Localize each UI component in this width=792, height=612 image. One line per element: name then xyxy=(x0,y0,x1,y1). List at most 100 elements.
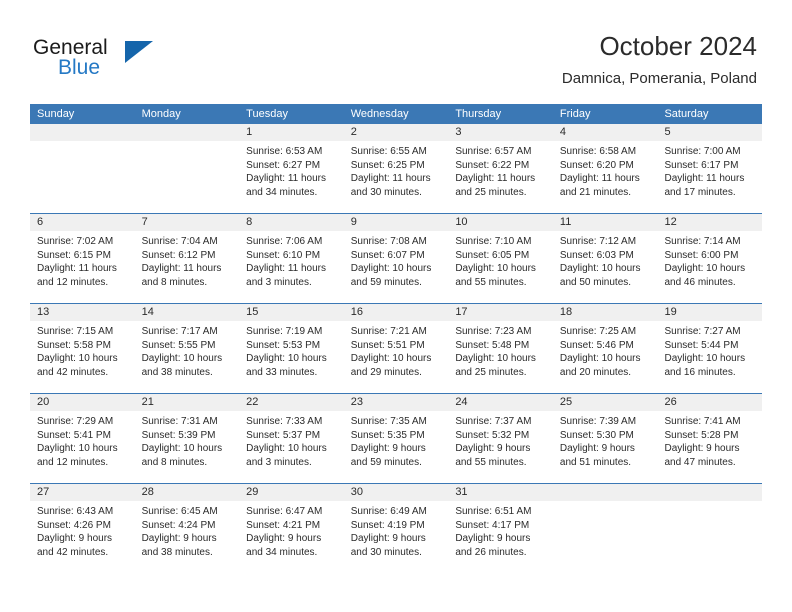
calendar-week-row: 27 Sunrise: 6:43 AM Sunset: 4:26 PM Dayligh… xyxy=(30,483,763,573)
day-sunset-text: Sunset: 4:19 PM xyxy=(350,519,425,531)
calendar-day-cell[interactable]: 13 Sunrise: 7:15 AM Sunset: 5:58 PM Dayligh… xyxy=(30,304,135,393)
calendar-day-cell[interactable]: 7 Sunrise: 7:04 AM Sunset: 6:12 PM Daylight… xyxy=(134,214,240,303)
day-sunset-text: Sunset: 4:24 PM xyxy=(141,519,216,531)
day-daylight-line1-text: Daylight: 11 hours xyxy=(350,173,431,184)
day-daylight-line1-text: Daylight: 9 hours xyxy=(37,533,113,544)
day-number: 2 xyxy=(343,124,449,141)
day-sun-info: Sunrise: 7:41 AM Sunset: 5:28 PM Daylight:… xyxy=(657,411,762,469)
calendar-day-cell[interactable]: 12 Sunrise: 7:14 AM Sunset: 6:00 PM Dayligh… xyxy=(657,214,763,303)
calendar-day-cell[interactable]: 4 Sunrise: 6:58 AM Sunset: 6:20 PM Daylight… xyxy=(552,124,658,213)
calendar-day-cell[interactable]: 16 Sunrise: 7:21 AM Sunset: 5:51 PM Dayligh… xyxy=(343,304,449,393)
calendar-day-cell[interactable]: 19 Sunrise: 7:27 AM Sunset: 5:44 PM Dayligh… xyxy=(657,304,763,393)
day-sunrise-text: Sunrise: 7:25 AM xyxy=(559,326,637,337)
day-daylight-line1-text: Daylight: 10 hours xyxy=(455,263,536,274)
day-sunrise-text: Sunrise: 6:51 AM xyxy=(455,506,532,517)
day-sun-info: Sunrise: 7:12 AM Sunset: 6:03 PM Daylight:… xyxy=(553,231,658,289)
day-daylight-line2-text: and 30 minutes. xyxy=(350,546,422,558)
calendar-day-cell-empty xyxy=(552,484,658,573)
day-daylight-line1-text: Daylight: 10 hours xyxy=(559,263,641,274)
day-sunrise-text: Sunrise: 7:33 AM xyxy=(246,416,323,427)
day-sun-info: Sunrise: 7:33 AM Sunset: 5:37 PM Daylight:… xyxy=(239,411,344,469)
day-sun-info: Sunrise: 6:47 AM Sunset: 4:21 PM Daylight:… xyxy=(239,501,344,559)
day-number: 3 xyxy=(448,124,553,141)
day-daylight-line2-text: and 21 minutes. xyxy=(559,186,632,198)
day-number xyxy=(552,484,658,501)
page-title: October 2024 xyxy=(599,31,757,61)
day-sunrise-text: Sunrise: 7:21 AM xyxy=(350,326,427,337)
day-sunrise-text: Sunrise: 7:14 AM xyxy=(664,236,741,247)
calendar-day-cell[interactable]: 28 Sunrise: 6:45 AM Sunset: 4:24 PM Dayligh… xyxy=(134,484,240,573)
day-sunset-text: Sunset: 5:51 PM xyxy=(350,339,425,351)
day-sunrise-text: Sunrise: 6:55 AM xyxy=(350,146,427,157)
day-sunset-text: Sunset: 6:22 PM xyxy=(455,159,530,171)
day-sun-info: Sunrise: 7:21 AM Sunset: 5:51 PM Daylight:… xyxy=(344,321,449,379)
calendar-day-cell[interactable]: 3 Sunrise: 6:57 AM Sunset: 6:22 PM Daylight… xyxy=(448,124,553,213)
day-number: 12 xyxy=(657,214,763,231)
calendar-day-cell[interactable]: 18 Sunrise: 7:25 AM Sunset: 5:46 PM Dayligh… xyxy=(552,304,658,393)
calendar-day-cell[interactable]: 5 Sunrise: 7:00 AM Sunset: 6:17 PM Daylight… xyxy=(657,124,763,213)
day-daylight-line2-text: and 17 minutes. xyxy=(664,186,736,198)
day-sunset-text: Sunset: 4:26 PM xyxy=(37,519,111,531)
calendar-day-cell[interactable]: 26 Sunrise: 7:41 AM Sunset: 5:28 PM Dayligh… xyxy=(657,394,763,483)
day-daylight-line1-text: Daylight: 9 hours xyxy=(350,533,426,544)
calendar-day-cell[interactable]: 15 Sunrise: 7:19 AM Sunset: 5:53 PM Dayligh… xyxy=(239,304,344,393)
calendar-day-cell[interactable]: 11 Sunrise: 7:12 AM Sunset: 6:03 PM Dayligh… xyxy=(552,214,658,303)
calendar-day-cell[interactable]: 9 Sunrise: 7:08 AM Sunset: 6:07 PM Daylight… xyxy=(343,214,449,303)
calendar-day-cell[interactable]: 24 Sunrise: 7:37 AM Sunset: 5:32 PM Dayligh… xyxy=(448,394,553,483)
calendar-day-cell[interactable]: 17 Sunrise: 7:23 AM Sunset: 5:48 PM Dayligh… xyxy=(448,304,553,393)
day-daylight-line2-text: and 38 minutes. xyxy=(141,546,213,558)
day-sun-info: Sunrise: 6:58 AM Sunset: 6:20 PM Daylight:… xyxy=(553,141,658,199)
day-sun-info: Sunrise: 7:27 AM Sunset: 5:44 PM Daylight:… xyxy=(657,321,762,379)
day-daylight-line2-text: and 30 minutes. xyxy=(350,186,422,198)
day-sunrise-text: Sunrise: 6:47 AM xyxy=(246,506,323,517)
calendar-day-cell[interactable]: 10 Sunrise: 7:10 AM Sunset: 6:05 PM Dayligh… xyxy=(448,214,553,303)
weekday-header-row: Sunday Monday Tuesday Wednesday Thursday Frid… xyxy=(30,104,762,124)
calendar-day-cell[interactable]: 22 Sunrise: 7:33 AM Sunset: 5:37 PM Dayligh… xyxy=(239,394,344,483)
calendar-day-cell[interactable]: 1 Sunrise: 6:53 AM Sunset: 6:27 PM Daylight… xyxy=(239,124,344,213)
calendar-day-cell[interactable]: 6 Sunrise: 7:02 AM Sunset: 6:15 PM Daylight… xyxy=(30,214,135,303)
day-daylight-line2-text: and 25 minutes. xyxy=(455,366,527,378)
general-blue-logo[interactable]: General Blue xyxy=(33,36,193,86)
day-daylight-line1-text: Daylight: 10 hours xyxy=(559,353,641,364)
day-daylight-line2-text: and 20 minutes. xyxy=(559,366,632,378)
day-number: 18 xyxy=(552,304,658,321)
day-daylight-line2-text: and 34 minutes. xyxy=(246,546,318,558)
day-sunset-text: Sunset: 6:25 PM xyxy=(350,159,425,171)
calendar-day-cell[interactable]: 2 Sunrise: 6:55 AM Sunset: 6:25 PM Daylight… xyxy=(343,124,449,213)
day-daylight-line2-text: and 50 minutes. xyxy=(559,276,632,288)
day-daylight-line2-text: and 59 minutes. xyxy=(350,276,422,288)
day-sunset-text: Sunset: 5:39 PM xyxy=(141,429,216,441)
day-number: 27 xyxy=(30,484,135,501)
day-number: 1 xyxy=(239,124,344,141)
calendar-day-cell-empty xyxy=(657,484,763,573)
calendar-week-row: 1 Sunrise: 6:53 AM Sunset: 6:27 PM Daylight… xyxy=(30,124,763,213)
day-daylight-line1-text: Daylight: 9 hours xyxy=(350,443,426,454)
day-daylight-line2-text: and 42 minutes. xyxy=(37,546,109,558)
calendar-day-cell[interactable]: 23 Sunrise: 7:35 AM Sunset: 5:35 PM Dayligh… xyxy=(343,394,449,483)
weekday-header-monday: Monday xyxy=(141,108,181,120)
day-daylight-line1-text: Daylight: 10 hours xyxy=(37,443,118,454)
day-sunset-text: Sunset: 6:12 PM xyxy=(141,249,216,261)
calendar-day-cell[interactable]: 31 Sunrise: 6:51 AM Sunset: 4:17 PM Dayligh… xyxy=(448,484,553,573)
day-sunrise-text: Sunrise: 6:49 AM xyxy=(350,506,427,517)
day-number: 31 xyxy=(448,484,553,501)
calendar-day-cell[interactable]: 29 Sunrise: 6:47 AM Sunset: 4:21 PM Dayligh… xyxy=(239,484,344,573)
calendar-day-cell[interactable]: 8 Sunrise: 7:06 AM Sunset: 6:10 PM Daylight… xyxy=(239,214,344,303)
day-daylight-line1-text: Daylight: 11 hours xyxy=(455,173,536,184)
day-number: 30 xyxy=(343,484,449,501)
day-daylight-line2-text: and 12 minutes. xyxy=(37,276,109,288)
day-daylight-line1-text: Daylight: 10 hours xyxy=(350,263,432,274)
calendar-day-cell[interactable]: 20 Sunrise: 7:29 AM Sunset: 5:41 PM Dayligh… xyxy=(30,394,135,483)
calendar-day-cell[interactable]: 25 Sunrise: 7:39 AM Sunset: 5:30 PM Dayligh… xyxy=(552,394,658,483)
day-sunset-text: Sunset: 6:10 PM xyxy=(246,249,321,261)
calendar-day-cell[interactable]: 27 Sunrise: 6:43 AM Sunset: 4:26 PM Dayligh… xyxy=(30,484,135,573)
day-number: 11 xyxy=(552,214,658,231)
day-number: 21 xyxy=(134,394,240,411)
calendar-day-cell[interactable]: 30 Sunrise: 6:49 AM Sunset: 4:19 PM Dayligh… xyxy=(343,484,449,573)
calendar-day-cell[interactable]: 14 Sunrise: 7:17 AM Sunset: 5:55 PM Dayligh… xyxy=(134,304,240,393)
day-sunrise-text: Sunrise: 7:04 AM xyxy=(141,236,218,247)
calendar-day-cell[interactable]: 21 Sunrise: 7:31 AM Sunset: 5:39 PM Dayligh… xyxy=(134,394,240,483)
day-daylight-line2-text: and 3 minutes. xyxy=(246,276,312,288)
day-sunrise-text: Sunrise: 7:10 AM xyxy=(455,236,532,247)
day-sun-info: Sunrise: 7:04 AM Sunset: 6:12 PM Daylight:… xyxy=(135,231,240,289)
